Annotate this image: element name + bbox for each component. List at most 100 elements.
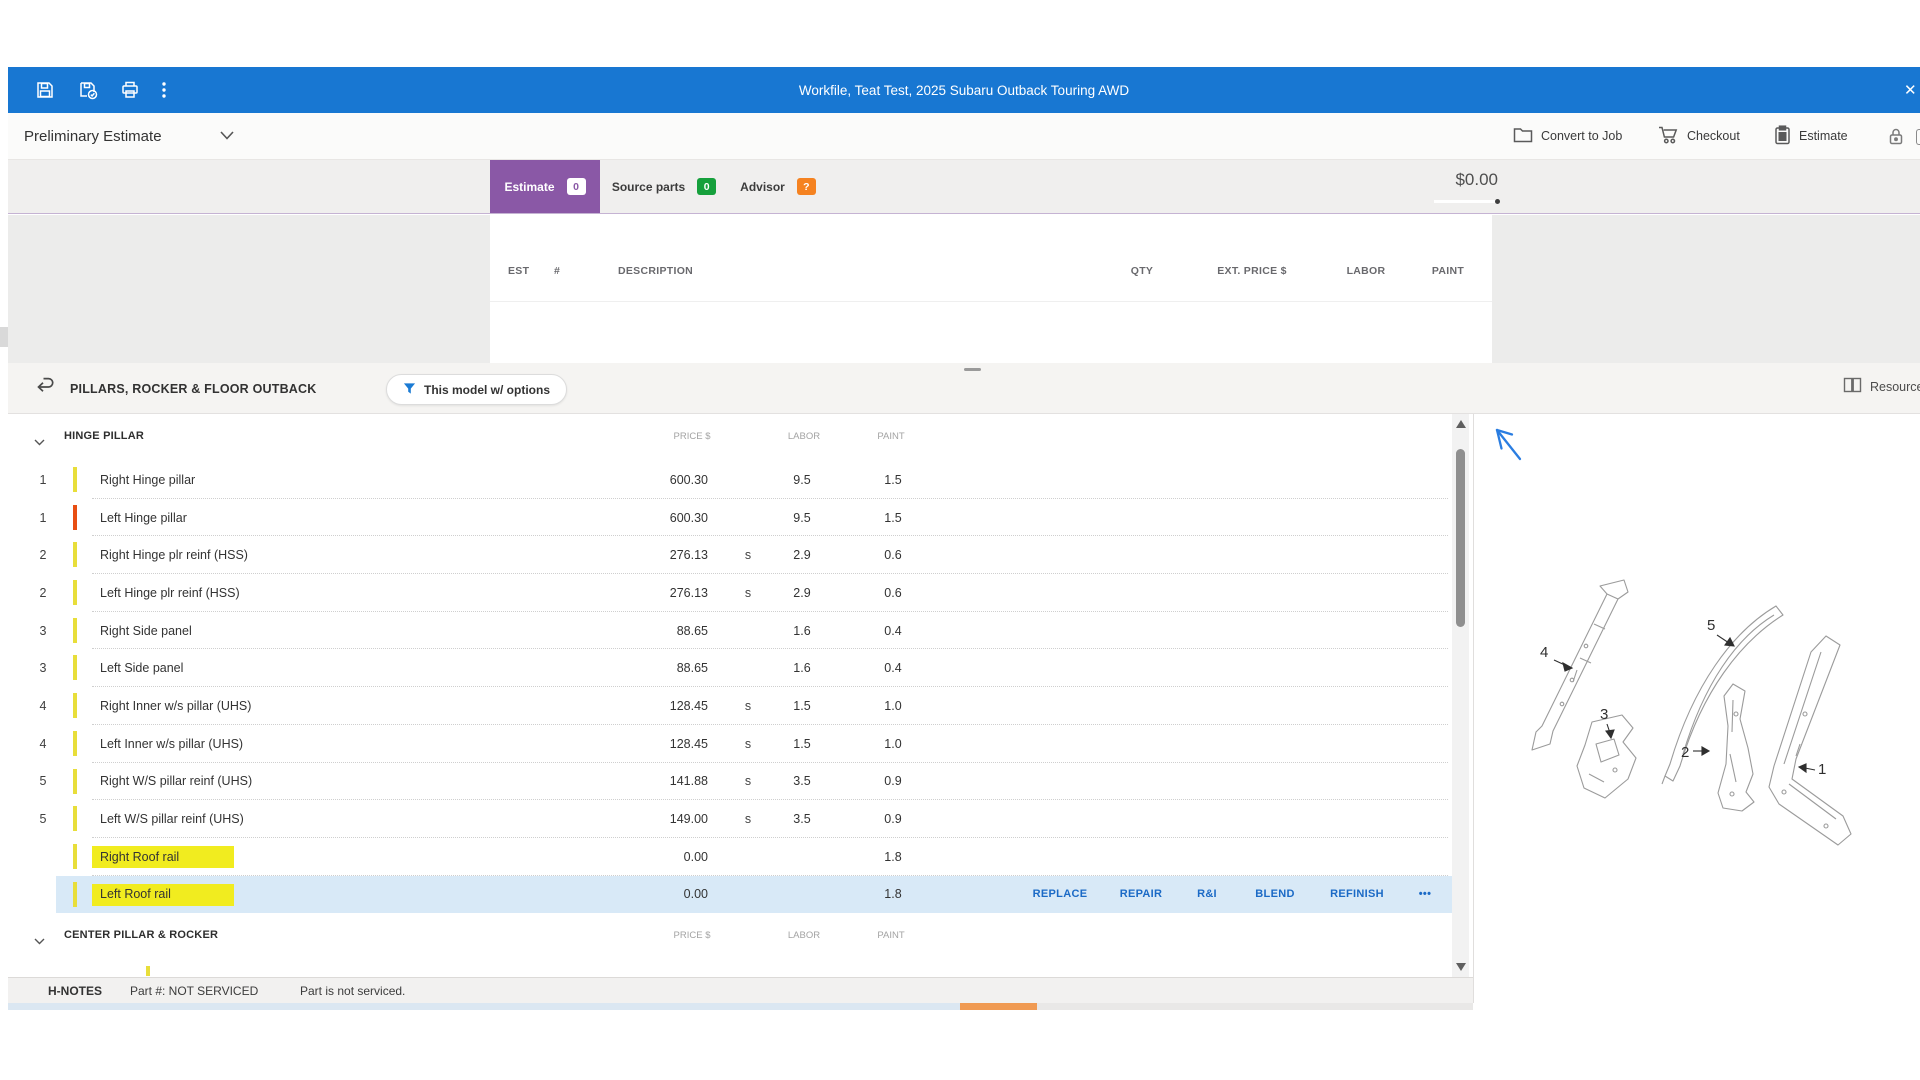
grid-column-header: QTY	[1110, 265, 1174, 277]
tab-strip: Estimate0Source parts0Advisor? $0.00	[8, 160, 1920, 214]
scroll-down-icon[interactable]	[1456, 963, 1466, 971]
hnotes-bar: H-NOTES Part #: NOT SERVICED Part is not…	[8, 977, 1473, 1003]
estimate-button[interactable]: Estimate	[1774, 113, 1848, 159]
estimate-name-dropdown[interactable]: Preliminary Estimate	[24, 113, 234, 159]
row-description: Right Hinge pillar	[100, 461, 195, 499]
resources-button[interactable]: Resources	[1843, 377, 1920, 396]
row-description: Left W/S pillar reinf (UHS)	[100, 800, 244, 838]
callout-4: 4	[1540, 644, 1548, 661]
row-labor: 9.5	[772, 461, 832, 499]
strip-track-right	[1037, 1003, 1473, 1010]
part-row[interactable]: 3Right Side panel88.651.60.4	[8, 612, 1452, 650]
row-action-replace[interactable]: REPLACE	[1033, 876, 1088, 914]
app-window: Workfile, Teat Test, 2025 Subaru Outback…	[0, 0, 1920, 1080]
parts-list: HINGE PILLAR PRICE $ LABOR PAINT 1Right Hing…	[8, 414, 1452, 977]
row-description: Left Roof rail	[100, 876, 171, 914]
row-status-marker	[73, 618, 77, 643]
row-description: Left Hinge pillar	[100, 499, 187, 537]
row-supplement-flag: s	[738, 800, 758, 838]
grid-header-divider	[490, 301, 1492, 302]
row-paint: 0.6	[863, 536, 923, 574]
close-icon[interactable]: ✕	[1904, 81, 1920, 99]
action-label: Convert to Job	[1541, 129, 1622, 143]
row-status-marker	[73, 769, 77, 794]
row-action-r-i[interactable]: R&I	[1197, 876, 1217, 914]
row-supplement-flag	[738, 461, 758, 499]
section-column-header: PAINT	[851, 431, 931, 442]
cursor-arrow-icon	[1497, 430, 1520, 459]
tab-badge: 0	[697, 178, 716, 195]
estimate-grid: EST#DESCRIPTIONQTYEXT. PRICE $LABORPAINT	[490, 215, 1492, 363]
row-paint: 0.9	[863, 763, 923, 801]
clipped-edge-icon	[1916, 129, 1920, 145]
row-labor: 3.5	[772, 800, 832, 838]
section-column-header: PRICE $	[642, 930, 742, 941]
model-filter-chip[interactable]: This model w/ options	[386, 374, 567, 405]
total-indicator-dot	[1495, 199, 1500, 204]
row-labor: 1.5	[772, 687, 832, 725]
section-name: HINGE PILLAR	[64, 430, 144, 442]
part-row[interactable]: 5Right W/S pillar reinf (UHS)141.88s3.50…	[8, 763, 1452, 801]
row-action-blend[interactable]: BLEND	[1255, 876, 1294, 914]
section-chevron-icon[interactable]	[34, 932, 45, 950]
row-description: Right Inner w/s pillar (UHS)	[100, 687, 251, 725]
part-row[interactable]: 3Left Side panel88.651.60.4	[8, 649, 1452, 687]
row-description: Right W/S pillar reinf (UHS)	[100, 763, 252, 801]
tab-advisor[interactable]: Advisor?	[728, 160, 828, 213]
row-status-marker	[73, 806, 77, 831]
scrollbar-thumb[interactable]	[1456, 449, 1465, 627]
tab-label: Source parts	[612, 180, 685, 194]
part-row[interactable]: 1Right Hinge pillar600.309.51.5	[8, 461, 1452, 499]
row-labor: 2.9	[772, 574, 832, 612]
section-chevron-icon[interactable]	[34, 433, 45, 451]
row-action-repair[interactable]: REPAIR	[1120, 876, 1163, 914]
part-row[interactable]: 5Left W/S pillar reinf (UHS)149.00s3.50.…	[8, 800, 1452, 838]
row-action--[interactable]: •••	[1419, 876, 1431, 914]
back-arrow-icon[interactable]	[34, 377, 56, 400]
row-est-number: 2	[32, 536, 54, 574]
row-supplement-flag: s	[738, 574, 758, 612]
row-status-marker	[73, 844, 77, 869]
split-drag-handle[interactable]	[964, 368, 981, 371]
row-supplement-flag: s	[738, 687, 758, 725]
section-column-header: LABOR	[764, 431, 844, 442]
row-status-marker	[73, 467, 77, 492]
part-row[interactable]: 4Left Inner w/s pillar (UHS)128.45s1.51.…	[8, 725, 1452, 763]
part-row[interactable]: 4Right Inner w/s pillar (UHS)128.45s1.51…	[8, 687, 1452, 725]
callout-5: 5	[1707, 617, 1715, 634]
section-name: CENTER PILLAR & ROCKER	[64, 929, 218, 941]
row-supplement-flag	[738, 612, 758, 650]
row-price: 0.00	[568, 838, 708, 876]
resources-book-icon	[1843, 377, 1862, 396]
row-labor: 1.6	[772, 649, 832, 687]
checkout-button[interactable]: Checkout	[1658, 113, 1740, 159]
grid-column-header: EXT. PRICE $	[1184, 265, 1320, 277]
row-action-refinish[interactable]: REFINISH	[1330, 876, 1384, 914]
scroll-up-icon[interactable]	[1456, 420, 1466, 428]
row-paint: 1.0	[863, 687, 923, 725]
row-status-marker	[146, 966, 150, 976]
part-row[interactable]: 1Left Hinge pillar600.309.51.5	[8, 499, 1452, 537]
row-labor: 2.9	[772, 536, 832, 574]
row-status-marker	[73, 693, 77, 718]
callout-3: 3	[1600, 706, 1608, 723]
tab-source-parts[interactable]: Source parts 0	[600, 160, 728, 213]
convert-to-job-button[interactable]: Convert to Job	[1513, 113, 1622, 159]
row-supplement-flag	[738, 876, 758, 914]
row-est-number	[32, 838, 54, 876]
hnotes-part-status: Part #: NOT SERVICED	[130, 978, 258, 1003]
section-column-header: PAINT	[851, 930, 931, 941]
tab-estimate[interactable]: Estimate0	[490, 160, 600, 213]
part-row[interactable]: Left Roof rail0.001.8REPLACEREPAIRR&IBLE…	[8, 876, 1452, 914]
row-labor: 9.5	[772, 499, 832, 537]
strip-orange-thumb[interactable]	[960, 1003, 1037, 1010]
part-row[interactable]: 2Left Hinge plr reinf (HSS)276.13s2.90.6	[8, 574, 1452, 612]
part-row[interactable]: Right Roof rail0.001.8	[8, 838, 1452, 876]
row-status-marker	[73, 542, 77, 567]
tab-badge: 0	[567, 178, 586, 195]
part-row[interactable]: 2Right Hinge plr reinf (HSS)276.13s2.90.…	[8, 536, 1452, 574]
lock-icon[interactable]	[1886, 113, 1906, 159]
titlebar: Workfile, Teat Test, 2025 Subaru Outback…	[8, 67, 1920, 113]
row-price: 88.65	[568, 612, 708, 650]
row-est-number: 3	[32, 612, 54, 650]
